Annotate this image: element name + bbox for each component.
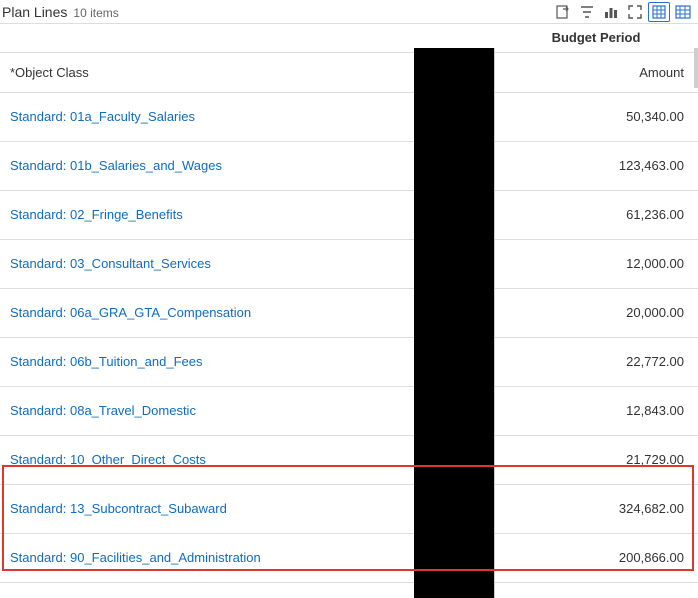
object-class-cell: Standard: 01b_Salaries_and_Wages [0,141,414,190]
amount-header[interactable]: Amount [494,52,698,92]
hidden-cell [414,190,494,239]
amount-cell: 50,340.00 [494,92,698,141]
object-class-header[interactable]: *Object Class [0,52,414,92]
object-class-link[interactable]: Standard: 06a_GRA_GTA_Compensation [10,305,251,320]
grid-view-alt-icon[interactable] [672,2,694,22]
object-class-link[interactable]: Standard: 02_Fringe_Benefits [10,207,183,222]
object-class-cell: Standard: 06a_GRA_GTA_Compensation [0,288,414,337]
hidden-cell [414,386,494,435]
table-row: Standard: 02_Fringe_Benefits 61,236.00 [0,190,698,239]
object-class-link[interactable]: Standard: 01a_Faculty_Salaries [10,109,195,124]
object-class-link[interactable]: Standard: 06b_Tuition_and_Fees [10,354,203,369]
scroll-indicator [694,48,698,88]
object-class-cell: Standard: 08a_Travel_Domestic [0,386,414,435]
table-row: Standard: 13_Subcontract_Subaward 324,682… [0,484,698,533]
object-class-cell: Standard: 01a_Faculty_Salaries [0,92,414,141]
header-bar: Plan Lines 10 items [0,0,698,24]
object-class-cell: Standard: 13_Subcontract_Subaward [0,484,414,533]
table-row: Standard: 90_Facilities_and_Administrati… [0,533,698,582]
amount-cell: 22,772.00 [494,337,698,386]
fullscreen-icon[interactable] [624,2,646,22]
table-row: Standard: 01b_Salaries_and_Wages 123,463.… [0,141,698,190]
hidden-cell [414,92,494,141]
filter-icon[interactable] [576,2,598,22]
hidden-cell [414,533,494,582]
grid-view-icon[interactable] [648,2,670,22]
header-spacer-1 [0,24,414,52]
chart-icon[interactable] [600,2,622,22]
object-class-link[interactable]: Standard: 13_Subcontract_Subaward [10,501,227,516]
object-class-link[interactable]: Standard: 10_Other_Direct_Costs [10,452,206,467]
hidden-cell [414,484,494,533]
table-row: Standard: 06a_GRA_GTA_Compensation 20,000… [0,288,698,337]
object-class-link[interactable]: Standard: 01b_Salaries_and_Wages [10,158,222,173]
export-icon[interactable] [552,2,574,22]
amount-cell: 200,866.00 [494,533,698,582]
object-class-link[interactable]: Standard: 08a_Travel_Domestic [10,403,196,418]
object-class-cell: Standard: 02_Fringe_Benefits [0,190,414,239]
header-left: Plan Lines 10 items [2,4,119,20]
amount-cell: 12,843.00 [494,386,698,435]
object-class-cell: Standard: 03_Consultant_Services [0,239,414,288]
hidden-cell [414,435,494,484]
plan-lines-table: Budget Period *Object Class Amount Stand… [0,24,698,583]
amount-cell: 123,463.00 [494,141,698,190]
object-class-cell: Standard: 06b_Tuition_and_Fees [0,337,414,386]
object-class-link[interactable]: Standard: 90_Facilities_and_Administrati… [10,550,261,565]
hidden-cell [414,337,494,386]
object-class-link[interactable]: Standard: 03_Consultant_Services [10,256,211,271]
table-row: Standard: 06b_Tuition_and_Fees 22,772.00 [0,337,698,386]
amount-cell: 12,000.00 [494,239,698,288]
table-row: Standard: 01a_Faculty_Salaries 50,340.00 [0,92,698,141]
hidden-col-header [414,52,494,92]
header-spacer-2 [414,24,494,52]
amount-cell: 21,729.00 [494,435,698,484]
hidden-cell [414,288,494,337]
hidden-cell [414,141,494,190]
item-count: 10 items [73,6,118,20]
budget-period-header: Budget Period [494,24,698,52]
object-class-cell: Standard: 10_Other_Direct_Costs [0,435,414,484]
amount-cell: 20,000.00 [494,288,698,337]
toolbar [552,2,694,22]
hidden-cell [414,239,494,288]
amount-cell: 324,682.00 [494,484,698,533]
table-area: Budget Period *Object Class Amount Stand… [0,24,698,583]
table-row: Standard: 03_Consultant_Services 12,000.0… [0,239,698,288]
table-row: Standard: 10_Other_Direct_Costs 21,729.00 [0,435,698,484]
amount-cell: 61,236.00 [494,190,698,239]
section-title: Plan Lines [2,4,67,20]
object-class-cell: Standard: 90_Facilities_and_Administrati… [0,533,414,582]
table-row: Standard: 08a_Travel_Domestic 12,843.00 [0,386,698,435]
